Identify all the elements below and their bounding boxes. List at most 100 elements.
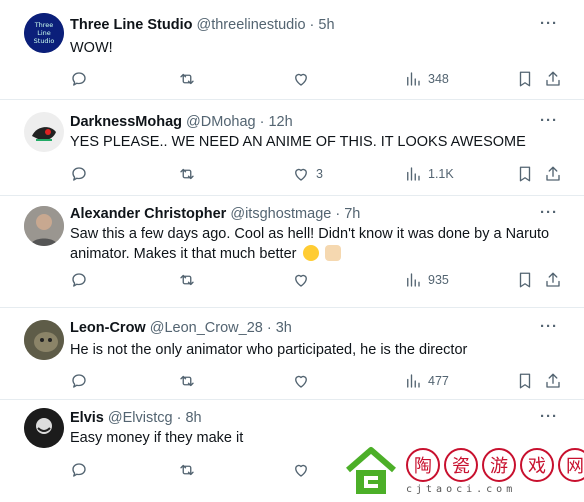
dot-separator: · <box>172 410 186 426</box>
reply-button[interactable] <box>70 371 88 391</box>
author-name[interactable]: Alexander Christopher <box>70 206 226 222</box>
post-text: WOW! <box>70 40 113 56</box>
author-name[interactable]: Elvis <box>70 410 104 426</box>
watermark-chars: 陶 瓷 游 戏 网 <box>406 448 584 482</box>
like-count: 3 <box>316 167 323 181</box>
reply-icon <box>72 72 86 86</box>
share-button[interactable] <box>544 69 562 89</box>
author-handle[interactable]: @threelinestudio <box>196 17 305 33</box>
post-time[interactable]: 5h <box>318 17 334 33</box>
laughing-emoji-icon <box>302 245 319 261</box>
like-button[interactable] <box>292 371 316 391</box>
repost-button[interactable] <box>178 371 196 391</box>
views-button[interactable]: 1.1K <box>404 164 454 184</box>
like-button[interactable] <box>292 69 316 89</box>
author-name[interactable]: Leon-Crow <box>70 320 146 336</box>
share-button[interactable] <box>544 164 562 184</box>
reply-button[interactable] <box>70 460 88 480</box>
dot-separator: · <box>305 17 319 33</box>
views-button[interactable]: 348 <box>404 69 449 89</box>
repost-icon <box>180 274 194 286</box>
author-handle[interactable]: @DMohag <box>186 114 256 130</box>
views-icon <box>407 72 420 86</box>
watermark-char: 网 <box>558 448 584 482</box>
reply-post[interactable]: Leon-Crow @Leon_Crow_28 · 3h ··· He is n… <box>0 308 584 400</box>
like-icon <box>295 274 307 287</box>
like-button[interactable] <box>292 270 316 290</box>
reply-icon <box>72 374 86 388</box>
share-icon <box>546 166 560 181</box>
share-icon <box>546 71 560 86</box>
repost-icon <box>180 375 194 387</box>
more-options-icon[interactable]: ··· <box>540 408 558 425</box>
avatar[interactable] <box>24 408 64 448</box>
views-icon <box>407 273 420 287</box>
avatar[interactable] <box>24 206 64 246</box>
like-button[interactable] <box>292 460 316 480</box>
author-name[interactable]: Three Line Studio <box>70 17 192 33</box>
post-text: He is not the only animator who particip… <box>70 342 468 358</box>
views-icon <box>407 167 420 181</box>
svg-text:Studio: Studio <box>34 37 55 45</box>
bookmark-icon <box>519 166 531 182</box>
reply-button[interactable] <box>70 164 88 184</box>
share-icon <box>546 373 560 388</box>
more-options-icon[interactable]: ··· <box>540 112 558 129</box>
repost-button[interactable] <box>178 164 196 184</box>
post-time[interactable]: 3h <box>276 320 292 336</box>
author-handle[interactable]: @Elvistcg <box>108 410 173 426</box>
author-name[interactable]: DarknessMohag <box>70 114 182 130</box>
house-logo-icon <box>346 447 396 494</box>
avatar[interactable]: Three Line Studio <box>24 13 64 53</box>
reply-button[interactable] <box>70 69 88 89</box>
view-count: 348 <box>428 72 449 86</box>
avatar[interactable] <box>24 112 64 152</box>
reply-button[interactable] <box>70 270 88 290</box>
repost-icon <box>180 168 194 180</box>
views-button[interactable]: 477 <box>404 371 449 391</box>
action-bar: 348 <box>70 69 570 91</box>
watermark-domain: cjtaoci.com <box>406 484 517 495</box>
like-icon <box>295 73 307 86</box>
post-text: Saw this a few days ago. Cool as hell! D… <box>70 224 560 264</box>
repost-icon <box>180 73 194 85</box>
more-options-icon[interactable]: ··· <box>540 15 558 32</box>
reply-post[interactable]: Three Line Studio Three Line Studio @three… <box>0 0 584 100</box>
action-bar: 935 <box>70 270 570 292</box>
reply-post[interactable]: Alexander Christopher @itsghostmage · 7h… <box>0 196 584 308</box>
post-time[interactable]: 8h <box>185 410 201 426</box>
reply-icon <box>72 463 86 477</box>
bookmark-button[interactable] <box>516 371 534 391</box>
views-button[interactable]: 935 <box>404 270 449 290</box>
view-count: 935 <box>428 273 449 287</box>
site-watermark: 陶 瓷 游 戏 网 cjtaoci.com <box>340 444 584 502</box>
share-button[interactable] <box>544 371 562 391</box>
action-bar: 477 <box>70 371 570 393</box>
bookmark-button[interactable] <box>516 270 534 290</box>
watermark-char: 游 <box>482 448 516 482</box>
avatar[interactable] <box>24 320 64 360</box>
like-icon <box>295 375 307 388</box>
like-button[interactable]: 3 <box>292 164 323 184</box>
reply-icon <box>72 273 86 287</box>
post-time[interactable]: 7h <box>344 206 360 222</box>
author-handle[interactable]: @Leon_Crow_28 <box>150 320 263 336</box>
dot-separator: · <box>255 114 269 130</box>
author-handle[interactable]: @itsghostmage <box>230 206 331 222</box>
bookmark-icon <box>519 71 531 87</box>
watermark-char: 陶 <box>406 448 440 482</box>
repost-button[interactable] <box>178 270 196 290</box>
view-count: 1.1K <box>428 167 454 181</box>
repost-button[interactable] <box>178 69 196 89</box>
more-options-icon[interactable]: ··· <box>540 318 558 335</box>
repost-button[interactable] <box>178 460 196 480</box>
reply-post[interactable]: DarknessMohag @DMohag · 12h ··· YES PLEA… <box>0 100 584 196</box>
bookmark-icon <box>519 272 531 288</box>
reply-icon <box>72 167 86 181</box>
share-button[interactable] <box>544 270 562 290</box>
post-time[interactable]: 12h <box>268 114 292 130</box>
bookmark-button[interactable] <box>516 69 534 89</box>
dot-separator: · <box>262 320 276 336</box>
more-options-icon[interactable]: ··· <box>540 204 558 221</box>
bookmark-button[interactable] <box>516 164 534 184</box>
